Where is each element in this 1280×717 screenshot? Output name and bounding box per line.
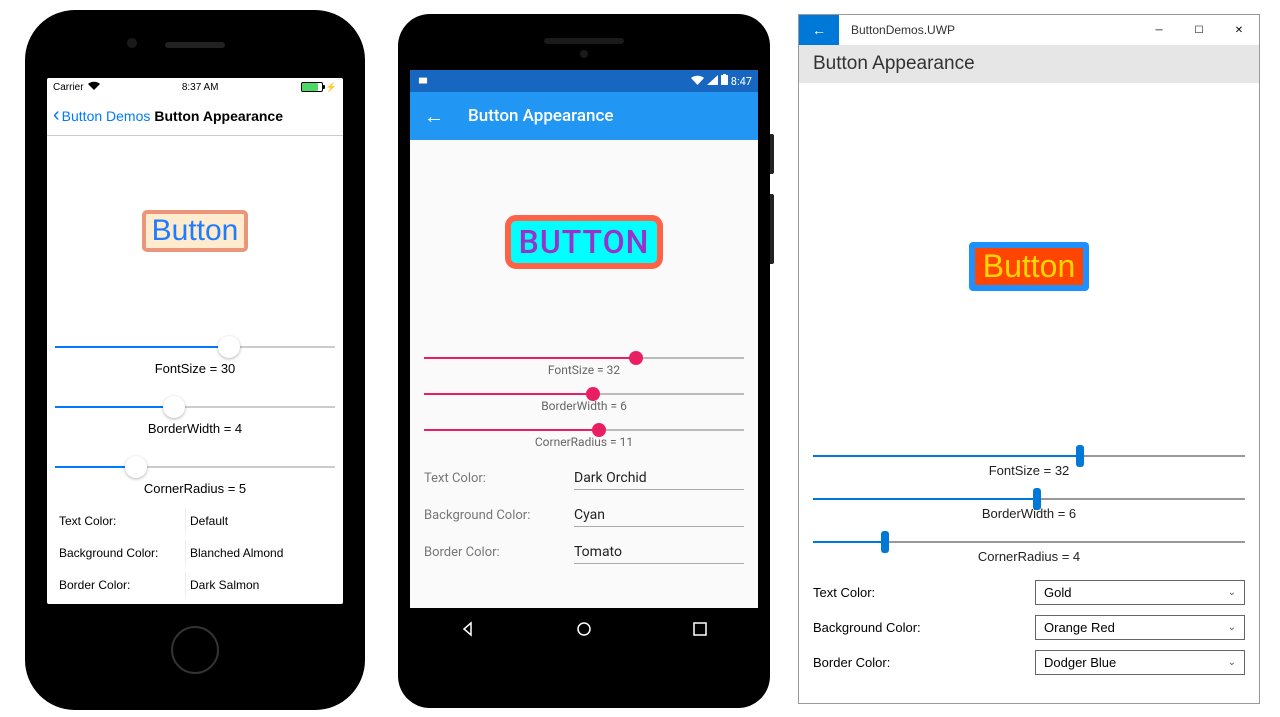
chevron-down-icon: ⌄ — [1228, 622, 1236, 633]
fontsize-slider[interactable] — [55, 346, 335, 348]
iphone-device: Carrier 8:37 AM ⚡ ‹ Button Demos Button … — [25, 10, 365, 710]
minimize-button[interactable]: ─ — [1139, 15, 1179, 45]
signal-icon — [707, 75, 718, 88]
bordercolor-label: Border Color: — [55, 572, 185, 598]
wifi-icon — [691, 75, 704, 88]
bordercolor-label: Border Color: — [813, 655, 1025, 670]
textcolor-picker[interactable]: Gold ⌄ — [1035, 580, 1245, 605]
cornerradius-slider[interactable] — [424, 429, 744, 431]
textcolor-label: Text Color: — [424, 471, 574, 486]
fontsize-label: FontSize = 30 — [55, 361, 335, 376]
bordercolor-value: Dodger Blue — [1044, 655, 1116, 670]
chevron-left-icon: ‹ — [53, 104, 60, 127]
battery-icon — [721, 74, 728, 88]
bgcolor-label: Background Color: — [813, 620, 1025, 635]
textcolor-label: Text Color: — [813, 585, 1025, 600]
nav-back-button[interactable] — [458, 619, 478, 639]
cornerradius-label: CornerRadius = 11 — [424, 435, 744, 449]
android-device: 8:47 ← Button Appearance BUTTON FontSize… — [398, 14, 770, 708]
bordercolor-picker[interactable]: Dodger Blue ⌄ — [1035, 650, 1245, 675]
demo-button[interactable]: Button — [969, 242, 1090, 291]
textcolor-value: Gold — [1044, 585, 1071, 600]
camera-dot — [127, 38, 137, 48]
fontsize-label: FontSize = 32 — [813, 463, 1245, 478]
cornerradius-label: CornerRadius = 5 — [55, 481, 335, 496]
back-button[interactable]: ← — [799, 15, 839, 45]
bgcolor-picker[interactable]: Orange Red ⌄ — [1035, 615, 1245, 640]
demo-button[interactable]: BUTTON — [505, 215, 664, 269]
speaker — [165, 42, 225, 48]
android-time: 8:47 — [731, 75, 752, 88]
cornerradius-label: CornerRadius = 4 — [813, 549, 1245, 564]
bgcolor-picker[interactable]: Cyan — [574, 504, 744, 527]
page-title: Button Appearance — [154, 108, 283, 124]
close-button[interactable]: ✕ — [1219, 15, 1259, 45]
bordercolor-picker[interactable]: Dark Salmon — [185, 572, 335, 598]
back-label: Button Demos — [62, 108, 151, 124]
debug-icon — [416, 73, 430, 90]
demo-button-area: BUTTON — [424, 140, 744, 345]
chevron-down-icon: ⌄ — [1228, 657, 1236, 668]
fontsize-label: FontSize = 32 — [424, 363, 744, 377]
demo-button-area: Button — [55, 136, 335, 325]
nav-home-button[interactable] — [574, 619, 594, 639]
battery-icon — [301, 82, 323, 92]
window-title: ButtonDemos.UWP — [839, 15, 1139, 45]
uwp-window: ← ButtonDemos.UWP ─ ☐ ✕ Button Appearanc… — [798, 14, 1260, 704]
speaker — [544, 38, 624, 44]
textcolor-picker[interactable]: Dark Orchid — [574, 467, 744, 490]
chevron-down-icon: ⌄ — [1228, 587, 1236, 598]
borderwidth-slider[interactable] — [424, 393, 744, 395]
demo-button-area: Button — [813, 93, 1245, 441]
ios-time: 8:37 AM — [182, 82, 219, 93]
demo-button[interactable]: Button — [142, 210, 249, 252]
borderwidth-label: BorderWidth = 6 — [424, 399, 744, 413]
android-appbar: ← Button Appearance — [410, 92, 758, 140]
wifi-icon — [88, 81, 100, 93]
carrier-label: Carrier — [53, 82, 84, 93]
ios-navbar: ‹ Button Demos Button Appearance — [47, 96, 343, 136]
textcolor-picker[interactable]: Default — [185, 508, 335, 534]
android-screen: 8:47 ← Button Appearance BUTTON FontSize… — [410, 70, 758, 650]
fontsize-slider[interactable] — [813, 455, 1245, 457]
android-statusbar: 8:47 — [410, 70, 758, 92]
fontsize-slider[interactable] — [424, 357, 744, 359]
borderwidth-slider[interactable] — [55, 406, 335, 408]
borderwidth-label: BorderWidth = 4 — [55, 421, 335, 436]
maximize-button[interactable]: ☐ — [1179, 15, 1219, 45]
bgcolor-picker[interactable]: Blanched Almond — [185, 540, 335, 566]
bgcolor-value: Orange Red — [1044, 620, 1115, 635]
uwp-titlebar: ← ButtonDemos.UWP ─ ☐ ✕ — [799, 15, 1259, 45]
textcolor-label: Text Color: — [55, 508, 185, 534]
android-navbar — [410, 608, 758, 650]
page-title: Button Appearance — [799, 45, 1259, 83]
borderwidth-slider[interactable] — [813, 498, 1245, 500]
camera-dot — [580, 50, 588, 58]
nav-recent-button[interactable] — [690, 619, 710, 639]
back-button[interactable]: ← — [424, 104, 444, 129]
ios-statusbar: Carrier 8:37 AM ⚡ — [47, 78, 343, 96]
page-title: Button Appearance — [468, 106, 613, 126]
bordercolor-label: Border Color: — [424, 545, 574, 560]
home-button[interactable] — [171, 626, 219, 674]
cornerradius-slider[interactable] — [813, 541, 1245, 543]
ios-screen: Carrier 8:37 AM ⚡ ‹ Button Demos Button … — [47, 78, 343, 604]
bgcolor-label: Background Color: — [424, 508, 574, 523]
back-button[interactable]: ‹ Button Demos — [53, 104, 150, 127]
bordercolor-picker[interactable]: Tomato — [574, 541, 744, 564]
cornerradius-slider[interactable] — [55, 466, 335, 468]
bgcolor-label: Background Color: — [55, 540, 185, 566]
charging-icon: ⚡ — [326, 82, 337, 93]
borderwidth-label: BorderWidth = 6 — [813, 506, 1245, 521]
